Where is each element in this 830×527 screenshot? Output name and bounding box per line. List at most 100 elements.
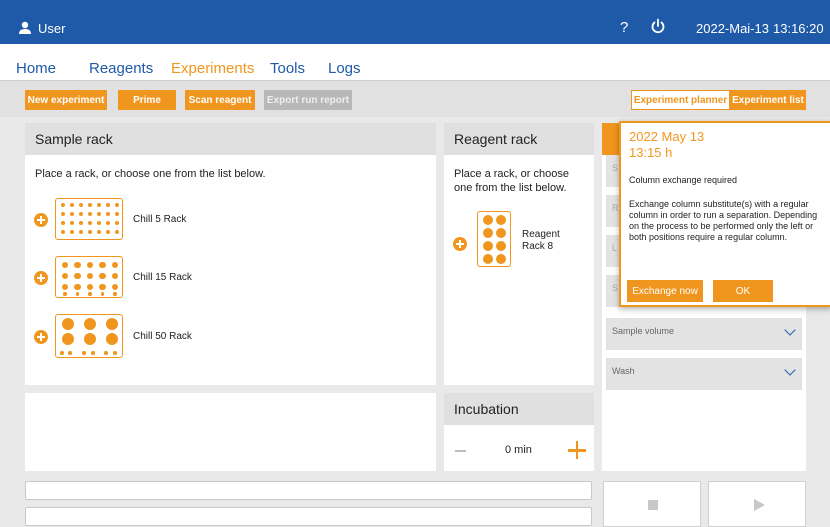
nav-reagents[interactable]: Reagents <box>89 60 153 77</box>
rack-well <box>105 211 111 217</box>
rack-well <box>113 292 117 296</box>
user-icon <box>19 21 31 34</box>
chill-5-rack-icon[interactable] <box>55 198 123 240</box>
rack-well <box>84 333 96 345</box>
reagent-rack-hint-line1: Place a rack, or choose <box>454 168 569 180</box>
rack-well <box>483 241 493 251</box>
add-chill-50-rack-icon[interactable] <box>34 330 48 344</box>
notification-title: Column exchange required <box>629 175 738 185</box>
reagent-rack-title: Reagent rack <box>444 123 594 155</box>
rack-well <box>88 292 92 296</box>
rack-well <box>78 220 84 226</box>
sample-volume-label: Sample volume <box>612 326 675 336</box>
rack-well <box>96 229 102 235</box>
rack-well <box>74 261 81 269</box>
rack-well <box>106 333 118 345</box>
rack-well <box>111 261 119 269</box>
prime-button[interactable]: Prime <box>118 90 176 110</box>
rack-well <box>114 202 120 208</box>
notification-date: 2022 May 13 <box>629 129 705 144</box>
rack-well <box>62 318 74 330</box>
rack-well <box>113 351 117 355</box>
new-experiment-button[interactable]: New experiment <box>25 90 107 110</box>
power-icon[interactable] <box>650 18 666 34</box>
add-chill-15-rack-icon[interactable] <box>34 271 48 285</box>
sample-rack-title: Sample rack <box>25 123 436 155</box>
chill-15-rack-icon[interactable] <box>55 256 123 298</box>
rack-well <box>496 241 506 251</box>
rack-well <box>86 272 94 280</box>
incubation-value: 0 min <box>505 444 532 456</box>
rack-well <box>111 283 119 291</box>
rack-well <box>78 202 84 208</box>
rack-well <box>60 202 66 208</box>
rack-well <box>105 202 111 208</box>
sample-rack-hint: Place a rack, or choose one from the lis… <box>35 168 266 180</box>
scan-reagent-button[interactable]: Scan reagent <box>185 90 255 110</box>
rack-well <box>60 351 64 355</box>
experiment-planner-tab[interactable]: Experiment planner <box>631 90 730 110</box>
reagent-rack-8-icon[interactable] <box>477 211 511 267</box>
rack-well <box>74 283 81 291</box>
rack-well <box>496 254 506 264</box>
rack-well <box>69 202 75 208</box>
incubation-panel: Incubation 0 min <box>444 393 594 471</box>
user-name[interactable]: User <box>38 22 65 35</box>
export-run-report-button[interactable]: Export run report <box>264 90 352 110</box>
nav-tools[interactable]: Tools <box>270 60 305 77</box>
wash-label: Wash <box>612 366 635 376</box>
rack-well <box>104 351 108 355</box>
rack-well <box>99 272 106 280</box>
rack-well <box>111 272 119 280</box>
rack-well <box>96 202 102 208</box>
start-button[interactable] <box>708 481 806 527</box>
help-icon[interactable]: ? <box>620 19 628 36</box>
rack-well <box>60 229 66 235</box>
nav-experiments[interactable]: Experiments <box>171 60 254 77</box>
top-bar: User ? 2022-Mai-13 13:16:20 <box>0 0 830 44</box>
bottom-field-2[interactable] <box>25 507 592 526</box>
decrement-icon[interactable] <box>455 450 466 452</box>
sample-volume-dropdown[interactable]: Sample volume <box>606 318 802 350</box>
play-icon <box>754 499 765 511</box>
ok-button[interactable]: OK <box>713 280 773 302</box>
notification-body: Exchange column substitute(s) with a reg… <box>629 199 818 242</box>
rack-well <box>84 318 96 330</box>
increment-icon[interactable] <box>568 441 586 459</box>
exchange-now-button[interactable]: Exchange now <box>627 280 703 302</box>
rack-well <box>69 211 75 217</box>
add-reagent-rack-icon[interactable] <box>453 237 467 251</box>
rack-well <box>114 211 120 217</box>
rack-well <box>99 283 106 291</box>
rack-well <box>496 215 506 225</box>
add-chill-5-rack-icon[interactable] <box>34 213 48 227</box>
rack-well <box>114 220 120 226</box>
rack-well <box>99 261 106 269</box>
rack-well <box>87 211 93 217</box>
chill-50-rack-icon[interactable] <box>55 314 123 358</box>
column-exchange-notification: 2022 May 13 13:15 h Column exchange requ… <box>619 121 830 307</box>
nav-home[interactable]: Home <box>16 60 56 77</box>
rack-well <box>62 333 74 345</box>
rack-well <box>68 351 72 355</box>
rack-well <box>105 229 111 235</box>
experiment-list-tab[interactable]: Experiment list <box>730 90 806 110</box>
chevron-down-icon <box>784 364 796 376</box>
time-display: 13:16:20 <box>773 21 824 36</box>
nav-logs[interactable]: Logs <box>328 60 361 77</box>
sample-rack-panel: Sample rack Place a rack, or choose one … <box>25 123 436 385</box>
rack-well <box>82 351 86 355</box>
reagent-rack-panel: Reagent rack Place a rack, or choose one… <box>444 123 594 385</box>
chill-50-rack-label: Chill 50 Rack <box>133 331 192 342</box>
rack-well <box>87 220 93 226</box>
wash-dropdown[interactable]: Wash <box>606 358 802 390</box>
rack-well <box>87 202 93 208</box>
rack-well <box>63 292 67 296</box>
reagent-rack-label-line2: Rack 8 <box>522 241 554 252</box>
rack-well <box>86 261 94 269</box>
bottom-field-1[interactable] <box>25 481 592 500</box>
info-panel <box>25 393 436 471</box>
rack-well <box>105 220 111 226</box>
toolbar: New experiment Prime Scan reagent Export… <box>0 80 830 117</box>
stop-button[interactable] <box>603 481 701 527</box>
